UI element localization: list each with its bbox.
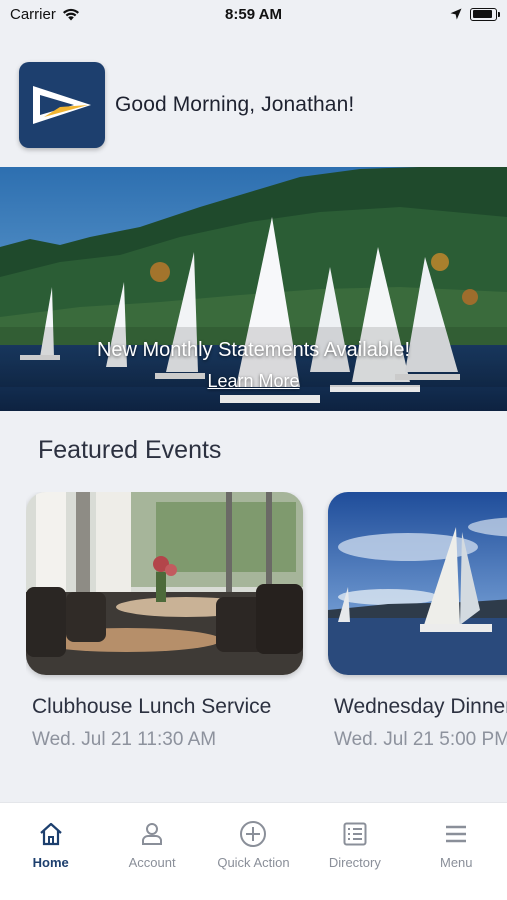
tab-account[interactable]: Account [102, 819, 202, 900]
tab-label: Directory [328, 855, 381, 870]
tab-bar: Home Account Quick Action Directory Menu [0, 802, 507, 900]
event-card-clubhouse-lunch[interactable]: Clubhouse Lunch Service Wed. Jul 21 11:3… [26, 492, 303, 751]
event-image-dining-room [26, 492, 303, 675]
tab-directory[interactable]: Directory [305, 819, 405, 900]
event-card-wednesday-dinner[interactable]: Wednesday Dinner Wed. Jul 21 5:00 PM [328, 492, 507, 751]
event-date: Wed. Jul 21 5:00 PM [334, 729, 507, 750]
list-icon [342, 819, 368, 849]
carrier-label: Carrier [10, 5, 56, 23]
battery-icon [470, 7, 500, 21]
tab-label: Account [128, 855, 176, 870]
hero-title: New Monthly Statements Available! [96, 339, 411, 361]
learn-more-link[interactable]: Learn More [0, 371, 507, 392]
events-carousel[interactable]: Clubhouse Lunch Service Wed. Jul 21 11:3… [26, 492, 507, 762]
event-date: Wed. Jul 21 11:30 AM [32, 729, 217, 750]
tab-label: Quick Action [217, 855, 290, 870]
header: Good Morning, Jonathan! [19, 62, 354, 148]
sailing-flag-logo-icon [33, 86, 91, 124]
event-title: Clubhouse Lunch Service [32, 695, 272, 718]
status-bar: Carrier 8:59 AM [0, 0, 507, 28]
greeting-text: Good Morning, Jonathan! [115, 93, 355, 116]
featured-events-title: Featured Events [38, 436, 222, 464]
tab-home[interactable]: Home [1, 819, 101, 900]
home-icon [38, 819, 64, 849]
hamburger-icon [443, 819, 469, 849]
location-arrow-icon [450, 8, 462, 20]
event-image-sailboats [328, 492, 507, 675]
tab-label: Home [32, 855, 69, 870]
status-left: Carrier [10, 6, 150, 23]
tab-label: Menu [439, 855, 473, 870]
event-title: Wednesday Dinner [334, 695, 507, 718]
battery-fill [472, 10, 493, 18]
hero-banner[interactable]: New Monthly Statements Available! Learn … [0, 167, 507, 411]
tab-quick-action[interactable]: Quick Action [203, 819, 303, 900]
wifi-icon [62, 8, 79, 20]
status-time: 8:59 AM [225, 5, 282, 23]
status-right [357, 7, 500, 21]
person-icon [139, 819, 165, 849]
plus-circle-icon [239, 819, 267, 849]
tab-menu[interactable]: Menu [406, 819, 506, 900]
club-logo [19, 62, 105, 148]
